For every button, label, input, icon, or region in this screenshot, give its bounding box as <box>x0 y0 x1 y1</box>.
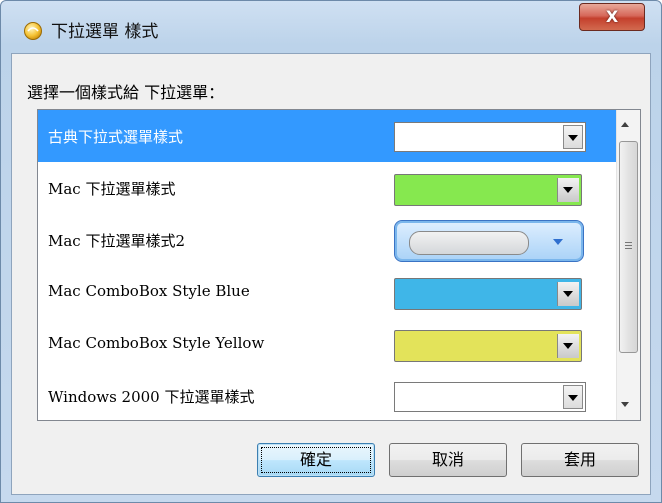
ok-button[interactable]: 確定 <box>257 443 375 477</box>
window-title: 下拉選單 樣式 <box>51 22 159 42</box>
combobox-arrow-button[interactable] <box>563 385 583 409</box>
style-list-item[interactable]: Mac ComboBox Style Yellow <box>38 318 616 370</box>
apply-button-label: 套用 <box>563 450 596 469</box>
chevron-down-icon <box>568 395 578 401</box>
grip-line <box>625 248 632 249</box>
style-list-item[interactable]: Windows 2000 下拉選單樣式 <box>38 370 616 420</box>
scroll-down-arrow-icon[interactable] <box>621 402 629 407</box>
style-list-item[interactable]: Mac 下拉選單樣式 <box>38 162 616 214</box>
apply-button[interactable]: 套用 <box>521 443 639 477</box>
style-list-item[interactable]: 古典下拉式選單樣式 <box>38 110 616 162</box>
combobox-arrow-button[interactable] <box>557 178 579 202</box>
scroll-up-arrow-icon[interactable] <box>621 122 629 127</box>
combobox-arrow-button[interactable] <box>563 125 583 149</box>
close-button[interactable]: X <box>579 3 645 31</box>
style-list-item[interactable]: Mac 下拉選單樣式2 <box>38 214 616 266</box>
style-list-item-label: Mac ComboBox Style Yellow <box>48 334 265 352</box>
chevron-down-icon <box>563 343 573 349</box>
chevron-down-icon <box>568 135 578 141</box>
style-dialog: 下拉選單 樣式 X 選擇一個樣式給 下拉選單： 古典下拉式選單樣式 Mac 下拉選… <box>0 0 662 503</box>
combobox-field <box>409 231 529 255</box>
combobox-preview[interactable] <box>394 330 582 362</box>
combobox-arrow-button[interactable] <box>549 233 569 251</box>
style-list-item-label: Mac 下拉選單樣式 <box>48 180 176 198</box>
style-list[interactable]: 古典下拉式選單樣式 Mac 下拉選單樣式 Mac 下拉選單樣式2 Mac ComboB… <box>37 109 641 421</box>
style-list-item-label: Windows 2000 下拉選單樣式 <box>48 388 255 406</box>
combobox-preview[interactable] <box>394 220 584 262</box>
chevron-down-icon <box>563 187 573 193</box>
vertical-scrollbar[interactable] <box>616 110 640 420</box>
combobox-preview[interactable] <box>394 382 586 412</box>
grip-line <box>625 242 632 243</box>
grip-line <box>625 245 632 246</box>
combobox-arrow-button[interactable] <box>557 334 579 358</box>
title-bar[interactable]: 下拉選單 樣式 X <box>1 1 661 45</box>
scroll-thumb[interactable] <box>619 141 638 353</box>
app-icon <box>24 22 42 40</box>
chevron-down-icon <box>553 239 563 245</box>
cancel-button[interactable]: 取消 <box>389 443 507 477</box>
combobox-preview[interactable] <box>394 278 582 310</box>
combobox-preview[interactable] <box>394 174 582 206</box>
style-list-item-label: Mac 下拉選單樣式2 <box>48 232 186 250</box>
cancel-button-label: 取消 <box>431 450 464 469</box>
prompt-label: 選擇一個樣式給 下拉選單： <box>27 83 225 102</box>
style-list-item[interactable]: Mac ComboBox Style Blue <box>38 266 616 318</box>
combobox-arrow-button[interactable] <box>557 282 579 306</box>
focus-rect <box>261 447 371 473</box>
combobox-preview[interactable] <box>394 122 586 152</box>
chevron-down-icon <box>563 291 573 297</box>
style-list-item-label: 古典下拉式選單樣式 <box>48 128 184 146</box>
close-icon: X <box>605 7 619 26</box>
style-list-item-label: Mac ComboBox Style Blue <box>48 282 250 300</box>
